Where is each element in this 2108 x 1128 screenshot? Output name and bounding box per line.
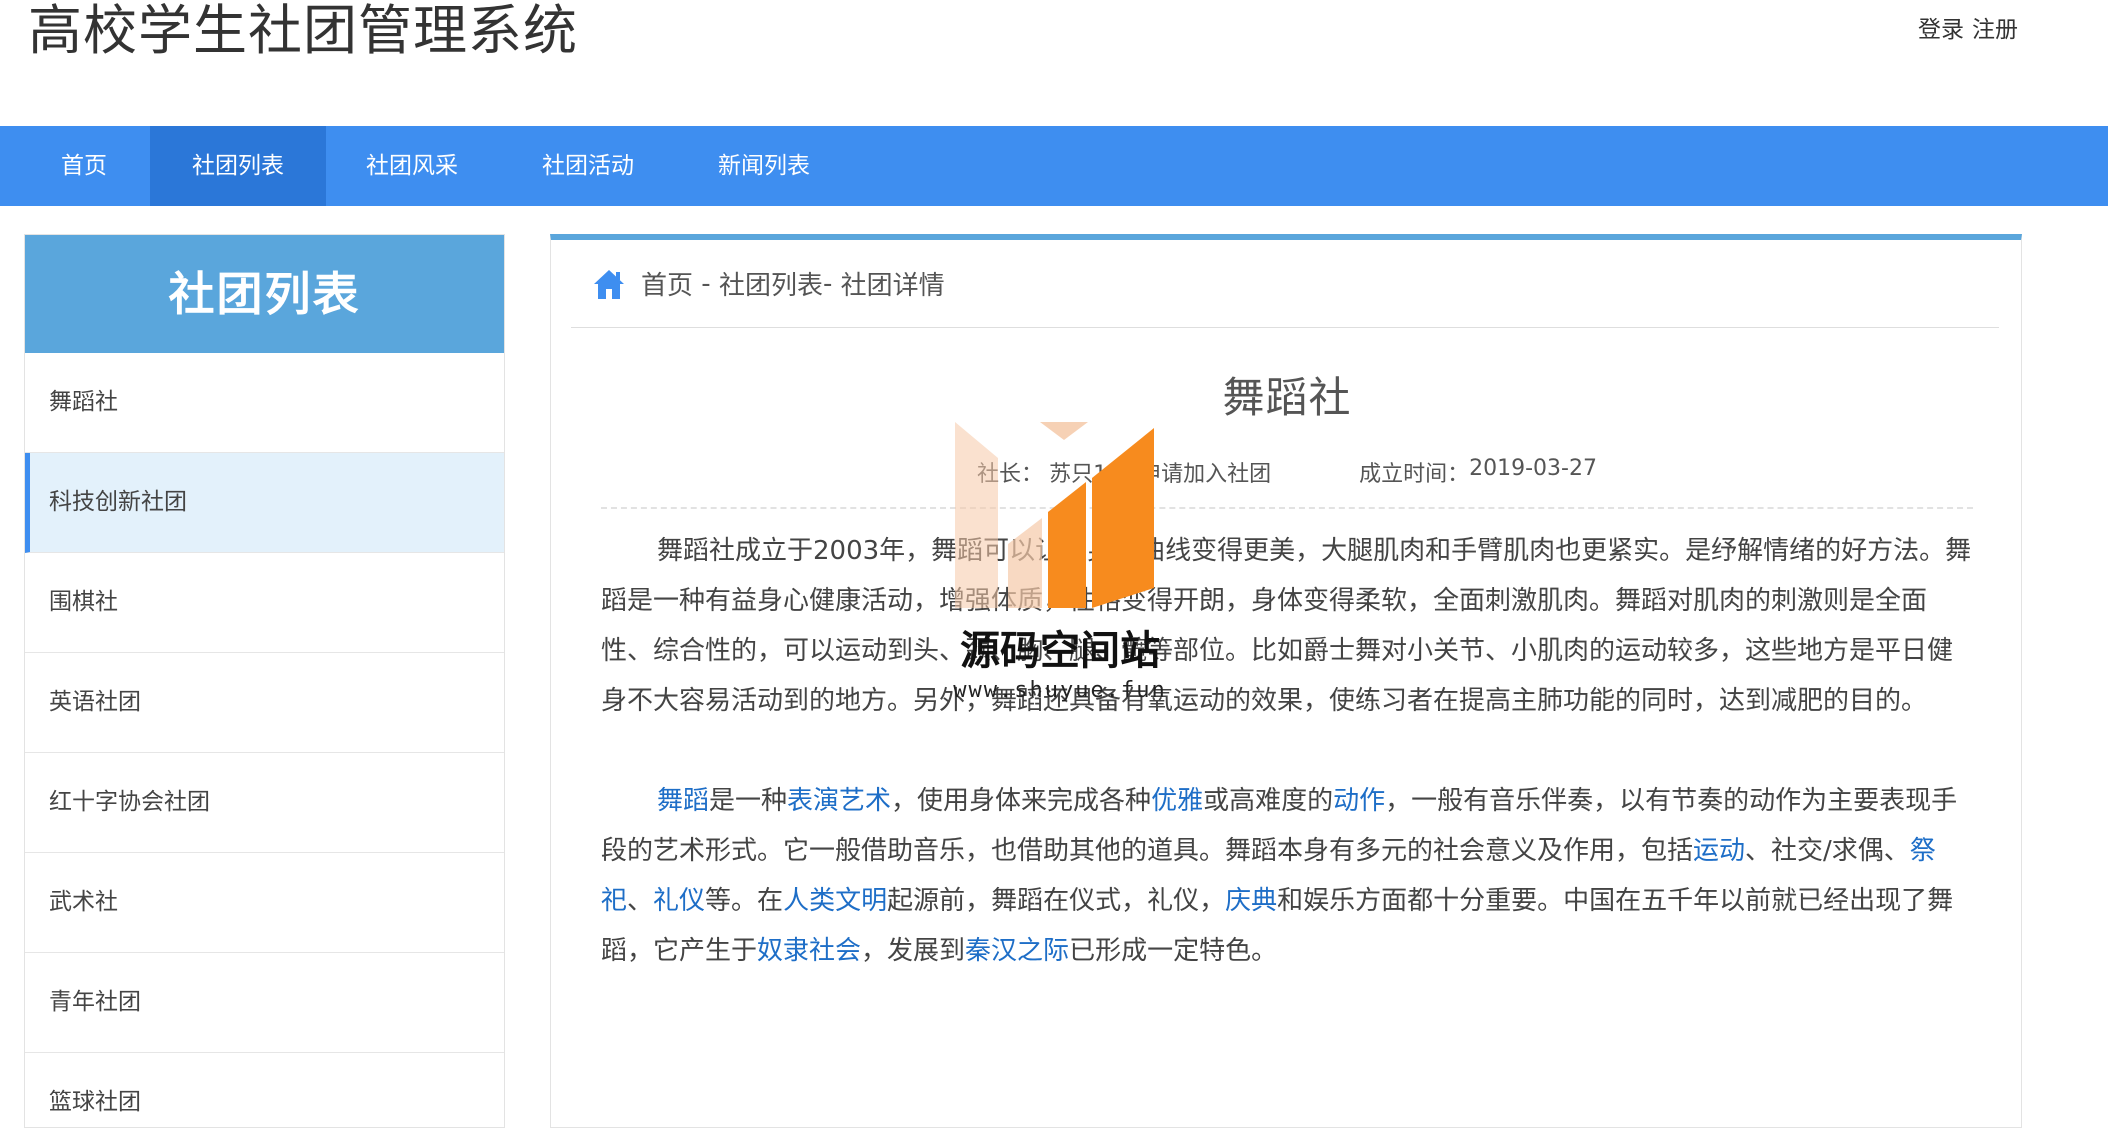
club-meta: 社长： 苏只1 申请加入社团 成立时间： 2019-03-27 <box>551 456 2023 488</box>
encyclopedia-link[interactable]: 舞蹈 <box>657 786 709 816</box>
sidebar-item-martial-arts[interactable]: 武术社 <box>25 853 504 953</box>
paragraph-text: 、 <box>627 886 654 916</box>
watermark-url: www.shuyue.fun <box>953 678 1167 703</box>
description-paragraph: 舞蹈社成立于2003年，舞蹈可以让人身材曲线变得更美，大腿肌肉和手臂肌肉也更紧实… <box>601 536 1972 716</box>
breadcrumb-club-list[interactable]: 社团列表 <box>719 265 823 302</box>
encyclopedia-link[interactable]: 礼仪 <box>653 886 705 916</box>
auth-links: 登录 注册 <box>1918 10 2018 44</box>
club-description: 舞蹈社成立于2003年，舞蹈可以让人身材曲线变得更美，大腿肌肉和手臂肌肉也更紧实… <box>601 526 1973 976</box>
site-header: 高校学生社团管理系统 登录 注册 <box>0 0 2108 126</box>
encyclopedia-link[interactable]: 优雅 <box>1151 786 1203 816</box>
sidebar-list: 舞蹈社 科技创新社团 围棋社 英语社团 红十字协会社团 武术社 青年社团 篮球社… <box>25 353 504 1127</box>
nav-item-club-list[interactable]: 社团列表 <box>150 126 326 206</box>
sidebar: 社团列表 舞蹈社 科技创新社团 围棋社 英语社团 红十字协会社团 武术社 青年社… <box>24 234 505 1128</box>
nav-item-club-activities[interactable]: 社团活动 <box>522 126 654 206</box>
main-nav: 首页 社团列表 社团风采 社团活动 新闻列表 <box>0 126 2108 206</box>
content-panel: 首页 - 社团列表 - 社团详情 舞蹈社 社长： 苏只1 申请加入社团 成立时间… <box>550 234 2022 1128</box>
home-icon <box>594 269 624 299</box>
sidebar-item-english[interactable]: 英语社团 <box>25 653 504 753</box>
paragraph-text: 起源前，舞蹈在仪式，礼仪， <box>887 886 1226 916</box>
encyclopedia-link[interactable]: 秦汉之际 <box>965 936 1069 966</box>
sidebar-title: 社团列表 <box>25 235 504 353</box>
sidebar-item-red-cross[interactable]: 红十字协会社团 <box>25 753 504 853</box>
register-link[interactable]: 注册 <box>1972 17 2018 43</box>
sidebar-item-basketball[interactable]: 篮球社团 <box>25 1053 504 1127</box>
paragraph-text: 或高难度的 <box>1203 786 1334 816</box>
site-title: 高校学生社团管理系统 <box>28 0 578 62</box>
paragraph-text: 等。在 <box>705 886 784 916</box>
paragraph-text: 已形成一定特色。 <box>1069 936 1278 966</box>
sidebar-item-youth[interactable]: 青年社团 <box>25 953 504 1053</box>
breadcrumb: 首页 - 社团列表 - 社团详情 <box>571 240 1999 328</box>
paragraph-text: ，发展到 <box>861 936 966 966</box>
encyclopedia-link[interactable]: 表演艺术 <box>787 786 891 816</box>
breadcrumb-home[interactable]: 首页 <box>641 265 693 302</box>
sidebar-item-go[interactable]: 围棋社 <box>25 553 504 653</box>
paragraph-text: 是一种 <box>709 786 788 816</box>
login-link[interactable]: 登录 <box>1918 17 1964 43</box>
paragraph-text: ，使用身体来完成各种 <box>891 786 1152 816</box>
club-name: 舞蹈社 <box>1222 373 1352 422</box>
watermark-logo-icon <box>955 422 1154 608</box>
club-founded-label: 成立时间： <box>1359 462 1470 487</box>
description-paragraph-with-links: 舞蹈是一种表演艺术，使用身体来完成各种优雅或高难度的动作，一般有音乐伴奏，以有节… <box>601 776 1973 976</box>
encyclopedia-link[interactable]: 动作 <box>1333 786 1385 816</box>
nav-item-news-list[interactable]: 新闻列表 <box>698 126 830 206</box>
watermark-title: 源码空间站 <box>960 628 1160 674</box>
encyclopedia-link[interactable]: 运动 <box>1693 836 1745 866</box>
nav-item-home[interactable]: 首页 <box>38 126 130 206</box>
encyclopedia-link[interactable]: 庆典 <box>1225 886 1277 916</box>
encyclopedia-link[interactable]: 奴隶社会 <box>757 936 861 966</box>
sidebar-item-tech-innovation[interactable]: 科技创新社团 <box>25 453 504 553</box>
sidebar-item-dance[interactable]: 舞蹈社 <box>25 353 504 453</box>
breadcrumb-current: 社团详情 <box>840 271 945 301</box>
nav-item-club-showcase[interactable]: 社团风采 <box>346 126 478 206</box>
encyclopedia-link[interactable]: 人类文明 <box>783 886 887 916</box>
watermark: 源码空间站 www.shuyue.fun <box>940 420 1180 710</box>
paragraph-text: 、社交/求偶、 <box>1745 836 1910 866</box>
page: 高校学生社团管理系统 登录 注册 首页 社团列表 社团风采 社团活动 新闻列表 社… <box>0 0 2108 1128</box>
meta-divider <box>601 507 1973 509</box>
breadcrumb-separator: - <box>693 268 719 299</box>
breadcrumb-separator: - <box>822 268 841 299</box>
club-founded-date: 2019-03-27 <box>1469 456 1597 481</box>
club-founded-group: 成立时间： 2019-03-27 <box>1359 456 1597 488</box>
